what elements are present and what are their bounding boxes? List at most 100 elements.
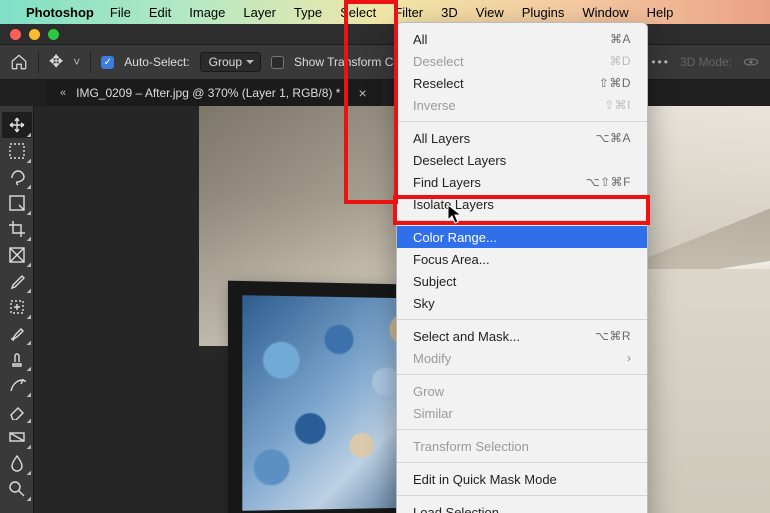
menu-item-shortcut: ⌘A <box>610 32 631 46</box>
tool-column <box>0 106 34 513</box>
auto-select-checkbox[interactable]: ✓ <box>101 56 114 69</box>
menu-separator <box>397 220 647 221</box>
menu-edit[interactable]: Edit <box>149 5 171 20</box>
menu-item-label: All Layers <box>413 131 470 146</box>
menu-help[interactable]: Help <box>647 5 674 20</box>
menu-item-label: Deselect <box>413 54 464 69</box>
home-icon[interactable] <box>10 53 28 71</box>
auto-select-dropdown[interactable]: Group <box>200 52 261 72</box>
menu-window[interactable]: Window <box>582 5 628 20</box>
menu-separator <box>397 319 647 320</box>
tool-lasso[interactable] <box>2 164 32 190</box>
tool-crop[interactable] <box>2 216 32 242</box>
tool-gradient[interactable] <box>2 424 32 450</box>
menu-separator <box>397 462 647 463</box>
menu-item-label: Select and Mask... <box>413 329 520 344</box>
menu-item-select-and-mask[interactable]: Select and Mask... ⌥⌘R <box>397 325 647 347</box>
show-transform-label: Show Transform Con <box>294 55 407 69</box>
tool-brush[interactable] <box>2 320 32 346</box>
menu-item-label: Isolate Layers <box>413 197 494 212</box>
app-window: ✥ ˅ ✓ Auto-Select: Group Show Transform … <box>0 24 770 513</box>
tool-eraser[interactable] <box>2 398 32 424</box>
menu-item-shortcut: ⌥⇧⌘F <box>586 175 631 189</box>
app-name[interactable]: Photoshop <box>26 5 94 20</box>
more-options-icon[interactable]: ••• <box>651 55 670 69</box>
select-menu-dropdown: All ⌘A Deselect ⌘D Reselect ⇧⌘D Inverse ⇧⌘I All … <box>396 22 648 513</box>
tool-frame[interactable] <box>2 242 32 268</box>
menu-item-label: Sky <box>413 296 435 311</box>
tool-selection[interactable] <box>2 190 32 216</box>
menu-item-modify: Modify› <box>397 347 647 369</box>
menu-item-shortcut: ⌥⌘R <box>595 329 631 343</box>
menu-item-color-range[interactable]: Color Range... <box>397 226 647 248</box>
menu-item-reselect[interactable]: Reselect ⇧⌘D <box>397 72 647 94</box>
tool-blur[interactable] <box>2 450 32 476</box>
menu-type[interactable]: Type <box>294 5 322 20</box>
menu-item-transform-selection: Transform Selection <box>397 435 647 457</box>
menu-item-label: Color Range... <box>413 230 497 245</box>
menu-item-subject[interactable]: Subject <box>397 270 647 292</box>
menu-separator <box>397 374 647 375</box>
menu-item-load-selection[interactable]: Load Selection... <box>397 501 647 513</box>
show-transform-checkbox[interactable] <box>271 56 284 69</box>
close-tab-icon[interactable]: × <box>358 85 366 101</box>
move-tool-icon[interactable]: ✥ <box>49 52 63 72</box>
menu-separator <box>397 495 647 496</box>
menu-item-shortcut: ⇧⌘I <box>604 98 631 112</box>
menu-item-similar: Similar <box>397 402 647 424</box>
menu-item-label: Edit in Quick Mask Mode <box>413 472 557 487</box>
menu-item-deselect: Deselect ⌘D <box>397 50 647 72</box>
menu-item-label: Reselect <box>413 76 464 91</box>
menu-item-all-layers[interactable]: All Layers⌥⌘A <box>397 127 647 149</box>
tool-healing[interactable] <box>2 294 32 320</box>
mac-menubar: Photoshop File Edit Image Layer Type Select Fi… <box>0 0 770 24</box>
menu-filter[interactable]: Filter <box>394 5 423 20</box>
menu-select[interactable]: Select <box>340 5 376 20</box>
menu-item-shortcut: ⇧⌘D <box>599 76 631 90</box>
separator <box>90 51 91 73</box>
3d-orbit-icon[interactable] <box>742 53 760 71</box>
tool-marquee[interactable] <box>2 138 32 164</box>
menu-item-label: Modify <box>413 351 451 366</box>
menu-layer[interactable]: Layer <box>243 5 276 20</box>
tool-eyedropper[interactable] <box>2 268 32 294</box>
menu-file[interactable]: File <box>110 5 131 20</box>
tool-stamp[interactable] <box>2 346 32 372</box>
canvas-gray-area <box>34 106 199 513</box>
menu-item-all[interactable]: All ⌘A <box>397 28 647 50</box>
tool-move[interactable] <box>2 112 32 138</box>
menu-item-find-layers[interactable]: Find Layers ⌥⇧⌘F <box>397 171 647 193</box>
tool-history[interactable] <box>2 372 32 398</box>
menu-item-label: Find Layers <box>413 175 481 190</box>
traffic-light-minimize[interactable] <box>29 29 40 40</box>
menu-item-shortcut: ⌘D <box>609 54 631 68</box>
menu-view[interactable]: View <box>476 5 504 20</box>
menu-separator <box>397 121 647 122</box>
document-tab-label: IMG_0209 – After.jpg @ 370% (Layer 1, RG… <box>76 86 340 100</box>
3d-mode-label: 3D Mode: <box>680 55 732 69</box>
menu-item-label: Load Selection... <box>413 505 510 513</box>
menu-separator <box>397 429 647 430</box>
menu-image[interactable]: Image <box>189 5 225 20</box>
menu-item-focus-area[interactable]: Focus Area... <box>397 248 647 270</box>
menu-item-sky[interactable]: Sky <box>397 292 647 314</box>
menu-item-deselect-layers[interactable]: Deselect Layers <box>397 149 647 171</box>
menu-3d[interactable]: 3D <box>441 5 458 20</box>
menu-item-label: All <box>413 32 427 47</box>
document-tabs: « IMG_0209 – After.jpg @ 370% (Layer 1, … <box>0 80 770 106</box>
window-titlebar <box>0 24 770 44</box>
document-tab[interactable]: « IMG_0209 – After.jpg @ 370% (Layer 1, … <box>46 80 381 106</box>
auto-select-label: Auto-Select: <box>124 55 189 69</box>
menu-item-grow: Grow <box>397 380 647 402</box>
menu-item-label: Inverse <box>413 98 456 113</box>
menu-item-label: Grow <box>413 384 444 399</box>
menu-item-edit-in-quick-mask-mode[interactable]: Edit in Quick Mask Mode <box>397 468 647 490</box>
traffic-light-close[interactable] <box>10 29 21 40</box>
menu-item-isolate-layers[interactable]: Isolate Layers <box>397 193 647 215</box>
menu-plugins[interactable]: Plugins <box>522 5 565 20</box>
traffic-light-zoom[interactable] <box>48 29 59 40</box>
menu-item-label: Focus Area... <box>413 252 490 267</box>
options-bar: ✥ ˅ ✓ Auto-Select: Group Show Transform … <box>0 44 770 80</box>
separator <box>38 51 39 73</box>
tool-dodge[interactable] <box>2 476 32 502</box>
